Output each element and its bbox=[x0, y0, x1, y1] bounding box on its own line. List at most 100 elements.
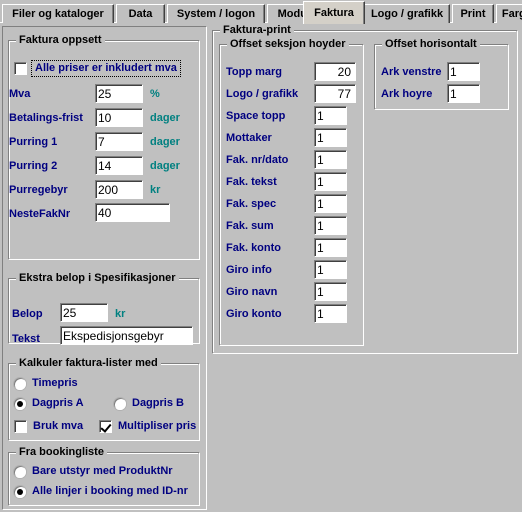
input-fak-spec[interactable]: 1 bbox=[314, 194, 347, 213]
label-belop: Belop bbox=[12, 308, 43, 320]
radio-timepris[interactable]: Timepris bbox=[14, 377, 78, 390]
label-giro-info: Giro info bbox=[226, 264, 272, 276]
label-mva: Mva bbox=[9, 88, 31, 100]
label-fak-spec: Fak. spec bbox=[226, 198, 277, 210]
group-title: Faktura-print bbox=[220, 24, 294, 36]
input-logo-grafikk[interactable]: 77 bbox=[314, 84, 356, 103]
input-fak-nr-dato[interactable]: 1 bbox=[314, 150, 347, 169]
input-value: Ekspedisjonsgebyr bbox=[63, 328, 164, 343]
input-value: 1 bbox=[317, 240, 324, 255]
input-betalings-frist[interactable]: 10 bbox=[95, 108, 143, 127]
checkbox-alle-priser-inkludert-mva[interactable]: Alle priser er inkludert mva bbox=[14, 60, 181, 77]
checkbox-multipliser-pris[interactable]: Multipliser pris bbox=[99, 420, 196, 433]
group-title: Ekstra belop i Spesifikasjoner bbox=[16, 272, 179, 284]
label-tekst: Tekst bbox=[12, 333, 40, 345]
label-betalings-frist: Betalings-frist bbox=[9, 112, 83, 124]
input-topp-marg[interactable]: 20 bbox=[314, 62, 356, 81]
checkbox-box[interactable] bbox=[14, 420, 27, 433]
tab-farger[interactable]: Farger bbox=[496, 4, 522, 23]
checkbox-label: Multipliser pris bbox=[118, 420, 197, 432]
tab-strip: Filer og kataloger Data System / logon M… bbox=[0, 0, 522, 24]
input-giro-navn[interactable]: 1 bbox=[314, 282, 347, 301]
label-fak-konto: Fak. konto bbox=[226, 242, 282, 254]
input-value: 1 bbox=[317, 108, 324, 123]
input-tekst[interactable]: Ekspedisjonsgebyr bbox=[60, 326, 193, 345]
label-ark-venstre: Ark venstre bbox=[381, 66, 442, 78]
tab-system-logon[interactable]: System / logon bbox=[167, 4, 265, 23]
input-purring-2[interactable]: 14 bbox=[95, 156, 143, 175]
input-ark-venstre[interactable]: 1 bbox=[447, 62, 480, 81]
radio-circle[interactable] bbox=[14, 465, 26, 478]
unit-purring-1: dager bbox=[150, 136, 180, 148]
group-title: Offset horisontalt bbox=[382, 38, 480, 50]
label-purring-2: Purring 2 bbox=[9, 160, 58, 172]
tab-label: System / logon bbox=[176, 8, 256, 20]
radio-circle[interactable] bbox=[14, 397, 26, 410]
group-title: Offset seksjon hoyder bbox=[227, 38, 349, 50]
checkbox-box[interactable] bbox=[99, 420, 112, 433]
radio-label: Dagpris A bbox=[32, 397, 84, 409]
input-purregebyr[interactable]: 200 bbox=[95, 180, 143, 199]
label-purregebyr: Purregebyr bbox=[9, 184, 68, 196]
label-logo-grafikk: Logo / grafikk bbox=[226, 88, 299, 100]
input-value: 1 bbox=[450, 64, 457, 79]
checkbox-label: Bruk mva bbox=[33, 420, 84, 432]
input-fak-sum[interactable]: 1 bbox=[314, 216, 347, 235]
input-giro-konto[interactable]: 1 bbox=[314, 304, 347, 323]
radio-label: Bare utstyr med ProduktNr bbox=[32, 465, 173, 477]
label-topp-marg: Topp marg bbox=[226, 66, 283, 78]
input-belop[interactable]: 25 bbox=[60, 303, 108, 322]
tab-print[interactable]: Print bbox=[452, 4, 494, 23]
unit-belop: kr bbox=[115, 308, 126, 320]
radio-circle[interactable] bbox=[14, 485, 26, 498]
tab-label: Filer og kataloger bbox=[12, 8, 104, 20]
radio-bare-utstyr-med-produktnr[interactable]: Bare utstyr med ProduktNr bbox=[14, 465, 173, 478]
input-giro-info[interactable]: 1 bbox=[314, 260, 347, 279]
unit-purregebyr: kr bbox=[150, 184, 161, 196]
input-mottaker[interactable]: 1 bbox=[314, 128, 347, 147]
input-fak-konto[interactable]: 1 bbox=[314, 238, 347, 257]
tab-label: Farger bbox=[501, 8, 522, 20]
label-giro-konto: Giro konto bbox=[226, 308, 282, 320]
input-value: 1 bbox=[317, 152, 324, 167]
group-title: Fra bookingliste bbox=[16, 446, 107, 458]
radio-label: Timepris bbox=[32, 377, 78, 389]
radio-circle[interactable] bbox=[14, 377, 26, 390]
tab-logo-grafikk[interactable]: Logo / grafikk bbox=[364, 4, 450, 23]
radio-dagpris-b[interactable]: Dagpris B bbox=[114, 397, 184, 410]
input-value: 77 bbox=[337, 86, 351, 101]
input-neste-fak-nr[interactable]: 40 bbox=[95, 203, 170, 222]
input-value: 14 bbox=[98, 158, 112, 173]
radio-alle-linjer-i-booking-med-id-nr[interactable]: Alle linjer i booking med ID-nr bbox=[14, 485, 188, 498]
radio-dagpris-a[interactable]: Dagpris A bbox=[14, 397, 84, 410]
input-fak-tekst[interactable]: 1 bbox=[314, 172, 347, 191]
input-value: 1 bbox=[317, 218, 324, 233]
input-value: 1 bbox=[317, 196, 324, 211]
input-value: 7 bbox=[98, 134, 105, 149]
unit-betalings-frist: dager bbox=[150, 112, 180, 124]
tab-data[interactable]: Data bbox=[116, 4, 165, 23]
radio-label: Alle linjer i booking med ID-nr bbox=[32, 485, 188, 497]
checkbox-box[interactable] bbox=[14, 62, 27, 75]
tab-filer-og-kataloger[interactable]: Filer og kataloger bbox=[2, 4, 114, 23]
label-neste-fak-nr: NesteFakNr bbox=[9, 208, 71, 220]
input-mva[interactable]: 25 bbox=[95, 84, 143, 103]
label-fak-nr-dato: Fak. nr/dato bbox=[226, 154, 289, 166]
radio-circle[interactable] bbox=[114, 397, 126, 410]
input-space-topp[interactable]: 1 bbox=[314, 106, 347, 125]
tab-label: Faktura bbox=[314, 7, 354, 19]
input-ark-hoyre[interactable]: 1 bbox=[447, 84, 480, 103]
tab-faktura[interactable]: Faktura bbox=[303, 1, 365, 24]
input-value: 25 bbox=[63, 305, 77, 320]
label-giro-navn: Giro navn bbox=[226, 286, 278, 298]
group-title: Kalkuler faktura-lister med bbox=[16, 357, 161, 369]
unit-purring-2: dager bbox=[150, 160, 180, 172]
radio-label: Dagpris B bbox=[132, 397, 184, 409]
checkbox-bruk-mva[interactable]: Bruk mva bbox=[14, 420, 83, 433]
input-value: 1 bbox=[317, 262, 324, 277]
input-value: 1 bbox=[317, 284, 324, 299]
input-purring-1[interactable]: 7 bbox=[95, 132, 143, 151]
input-value: 200 bbox=[98, 182, 119, 197]
input-value: 25 bbox=[98, 86, 112, 101]
input-value: 10 bbox=[98, 110, 112, 125]
